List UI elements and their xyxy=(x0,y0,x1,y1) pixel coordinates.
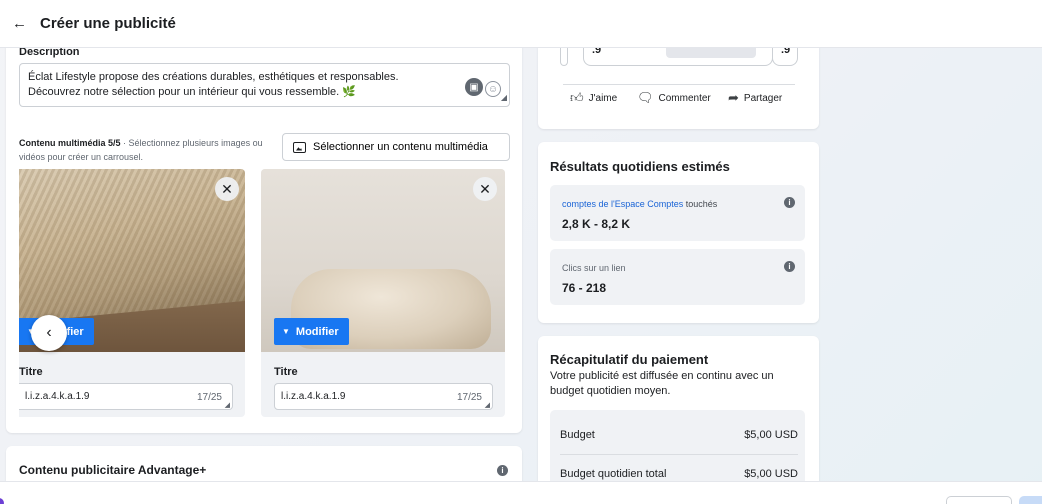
clicks-label: Clics sur un lien xyxy=(562,263,626,273)
budget-row: Budget $5,00 USD xyxy=(560,429,798,441)
thumbs-up-icon: 👍︎ xyxy=(570,90,584,105)
like-label: J'aime xyxy=(588,92,618,104)
reach-label-suffix: touchés xyxy=(683,199,718,209)
description-textarea[interactable]: Éclat Lifestyle propose des créations du… xyxy=(19,63,510,107)
select-media-button[interactable]: Sélectionner un contenu multimédia xyxy=(282,133,510,161)
title-input[interactable]: l.i.z.a.4.k.a.1.9 17/25 ◢ xyxy=(274,383,493,410)
resize-handle-icon[interactable]: ◢ xyxy=(225,401,230,409)
resize-handle-icon[interactable]: ◢ xyxy=(501,90,507,105)
media-count-label: Contenu multimédia 5/5 xyxy=(19,138,121,148)
reach-value: 2,8 K - 8,2 K xyxy=(562,217,631,231)
share-label: Partager xyxy=(743,92,783,104)
title-value: l.i.z.a.4.k.a.1.9 xyxy=(25,391,90,402)
image-icon xyxy=(293,141,306,153)
budget-value: $5,00 USD xyxy=(744,429,798,441)
comment-icon: 🗨︎ xyxy=(637,90,654,105)
char-counter: 17/25 xyxy=(196,392,222,403)
comment-label: Commenter xyxy=(658,92,711,104)
reach-metric: comptes de l'Espace Comptes touchés 2,8 … xyxy=(550,185,805,241)
publish-button[interactable] xyxy=(1019,496,1042,504)
ai-assist-icon[interactable]: ▣ xyxy=(465,78,483,96)
footer-bar xyxy=(0,481,1042,504)
page-title: Créer une publicité xyxy=(40,15,176,32)
payment-summary-card: Récapitulatif du paiement Votre publicit… xyxy=(538,336,819,496)
title-value: l.i.z.a.4.k.a.1.9 xyxy=(281,391,346,402)
char-counter: 17/25 xyxy=(456,392,482,403)
estimated-results-card: Résultats quotidiens estimés comptes de … xyxy=(538,142,819,323)
results-title: Résultats quotidiens estimés xyxy=(550,159,730,174)
info-icon[interactable]: i xyxy=(784,197,795,208)
title-input[interactable]: l.i.z.a.4.k.a.1.9 17/25 ◢ xyxy=(19,383,233,410)
share-action[interactable]: ➦ Partager xyxy=(728,90,782,106)
modify-button[interactable]: ▼ Modifier xyxy=(274,318,349,345)
total-budget-label: Budget quotidien total xyxy=(560,468,667,480)
advantage-title: Contenu publicitaire Advantage+ xyxy=(19,463,207,477)
description-line-1: Éclat Lifestyle propose des créations du… xyxy=(28,71,399,83)
select-media-label: Sélectionner un contenu multimédia xyxy=(313,141,488,153)
back-button[interactable] xyxy=(946,496,1012,504)
description-line-2: Découvrez notre sélection pour un intéri… xyxy=(28,86,356,98)
reach-label-link[interactable]: comptes de l'Espace Comptes xyxy=(562,199,683,209)
payment-title: Récapitulatif du paiement xyxy=(550,352,709,367)
total-budget-row: Budget quotidien total $5,00 USD xyxy=(560,468,798,480)
close-icon[interactable]: ✕ xyxy=(215,177,239,201)
carousel-prev-button[interactable]: ‹ xyxy=(31,315,67,351)
clicks-metric: Clics sur un lien 76 - 218 i xyxy=(550,249,805,305)
modify-label: Modifier xyxy=(295,325,339,338)
info-icon[interactable]: i xyxy=(497,465,508,476)
title-label: Titre xyxy=(19,366,43,378)
title-label: Titre xyxy=(274,366,298,378)
divider xyxy=(563,84,795,85)
share-icon: ➦ xyxy=(728,90,739,105)
like-action[interactable]: 👍︎ J'aime xyxy=(570,90,617,106)
info-icon[interactable]: i xyxy=(784,261,795,272)
arrow-left-icon[interactable]: ← xyxy=(12,15,32,32)
media-card: ✕ ▼ Modifier Titre l.i.z.a.4.k.a.1.9 17/… xyxy=(19,169,245,417)
emoji-icon[interactable]: ☺ xyxy=(485,81,501,97)
budget-label: Budget xyxy=(560,429,595,441)
top-bar: ← Créer une publicité xyxy=(0,0,1042,48)
payment-description: Votre publicité est diffusée en continu … xyxy=(550,370,774,397)
resize-handle-icon[interactable]: ◢ xyxy=(485,401,490,409)
caret-down-icon: ▼ xyxy=(282,327,290,336)
ad-preview-card: .9 .9 👍︎ J'aime 🗨︎ Commenter ➦ Partager xyxy=(538,40,819,129)
total-budget-value: $5,00 USD xyxy=(744,468,798,480)
media-label: Contenu multimédia 5/5 · Sélectionnez pl… xyxy=(19,136,277,164)
divider xyxy=(560,454,798,455)
close-icon[interactable]: ✕ xyxy=(473,177,497,201)
help-avatar-icon[interactable] xyxy=(0,498,4,504)
ad-creative-card: Description Éclat Lifestyle propose des … xyxy=(6,40,522,433)
comment-action[interactable]: 🗨︎ Commenter xyxy=(637,90,711,106)
clicks-value: 76 - 218 xyxy=(562,281,607,295)
media-card: ✕ ▼ Modifier Titre l.i.z.a.4.k.a.1.9 17/… xyxy=(261,169,505,417)
reach-label: comptes de l'Espace Comptes touchés xyxy=(562,199,717,209)
chevron-left-icon: ‹ xyxy=(46,324,52,341)
